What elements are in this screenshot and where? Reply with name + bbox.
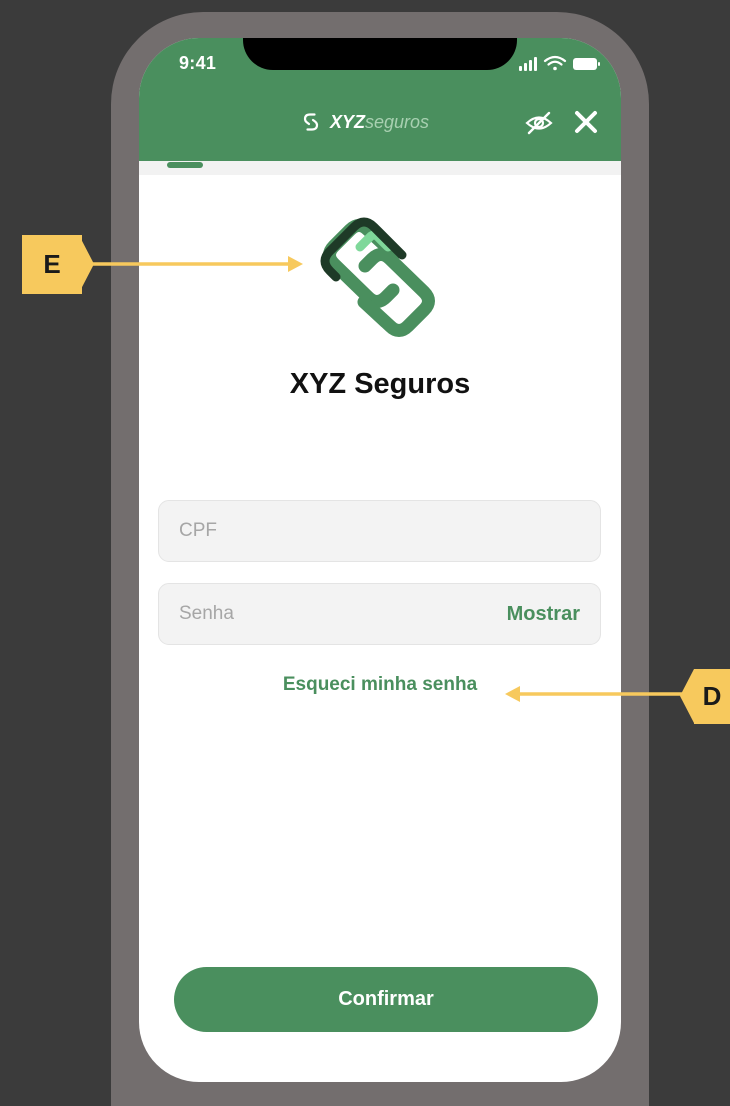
header-brand: XYZ seguros <box>299 108 429 136</box>
forgot-password-link[interactable]: Esqueci minha senha <box>139 674 621 696</box>
app-header: 9:41 XYZ seguros <box>139 38 621 161</box>
close-icon[interactable] <box>572 108 600 136</box>
phone-screen: 9:41 XYZ seguros XYZ Seguros CPF Mostrar… <box>139 38 621 1082</box>
signal-icon <box>519 57 537 71</box>
eye-off-icon[interactable] <box>524 108 554 138</box>
wifi-icon <box>543 55 567 71</box>
brand-name: XYZ <box>330 111 366 132</box>
show-password-button[interactable]: Mostrar <box>507 603 580 626</box>
status-icons <box>519 55 600 71</box>
progress-track <box>139 161 621 175</box>
callout-d-label: D <box>694 669 730 724</box>
cpf-field[interactable] <box>158 500 601 562</box>
s-logo-icon <box>303 113 319 131</box>
confirm-button[interactable]: Confirmar <box>174 967 598 1032</box>
callout-e-label: E <box>22 235 82 294</box>
company-name: XYZ Seguros <box>289 368 471 400</box>
company-logo <box>320 217 435 337</box>
camera-notch <box>243 38 517 70</box>
progress-indicator <box>167 162 203 168</box>
brand-suffix: seguros <box>365 111 430 132</box>
cpf-input[interactable] <box>159 501 600 561</box>
status-time: 9:41 <box>179 53 217 73</box>
password-field[interactable]: Mostrar <box>158 583 601 645</box>
battery-icon <box>573 58 600 70</box>
